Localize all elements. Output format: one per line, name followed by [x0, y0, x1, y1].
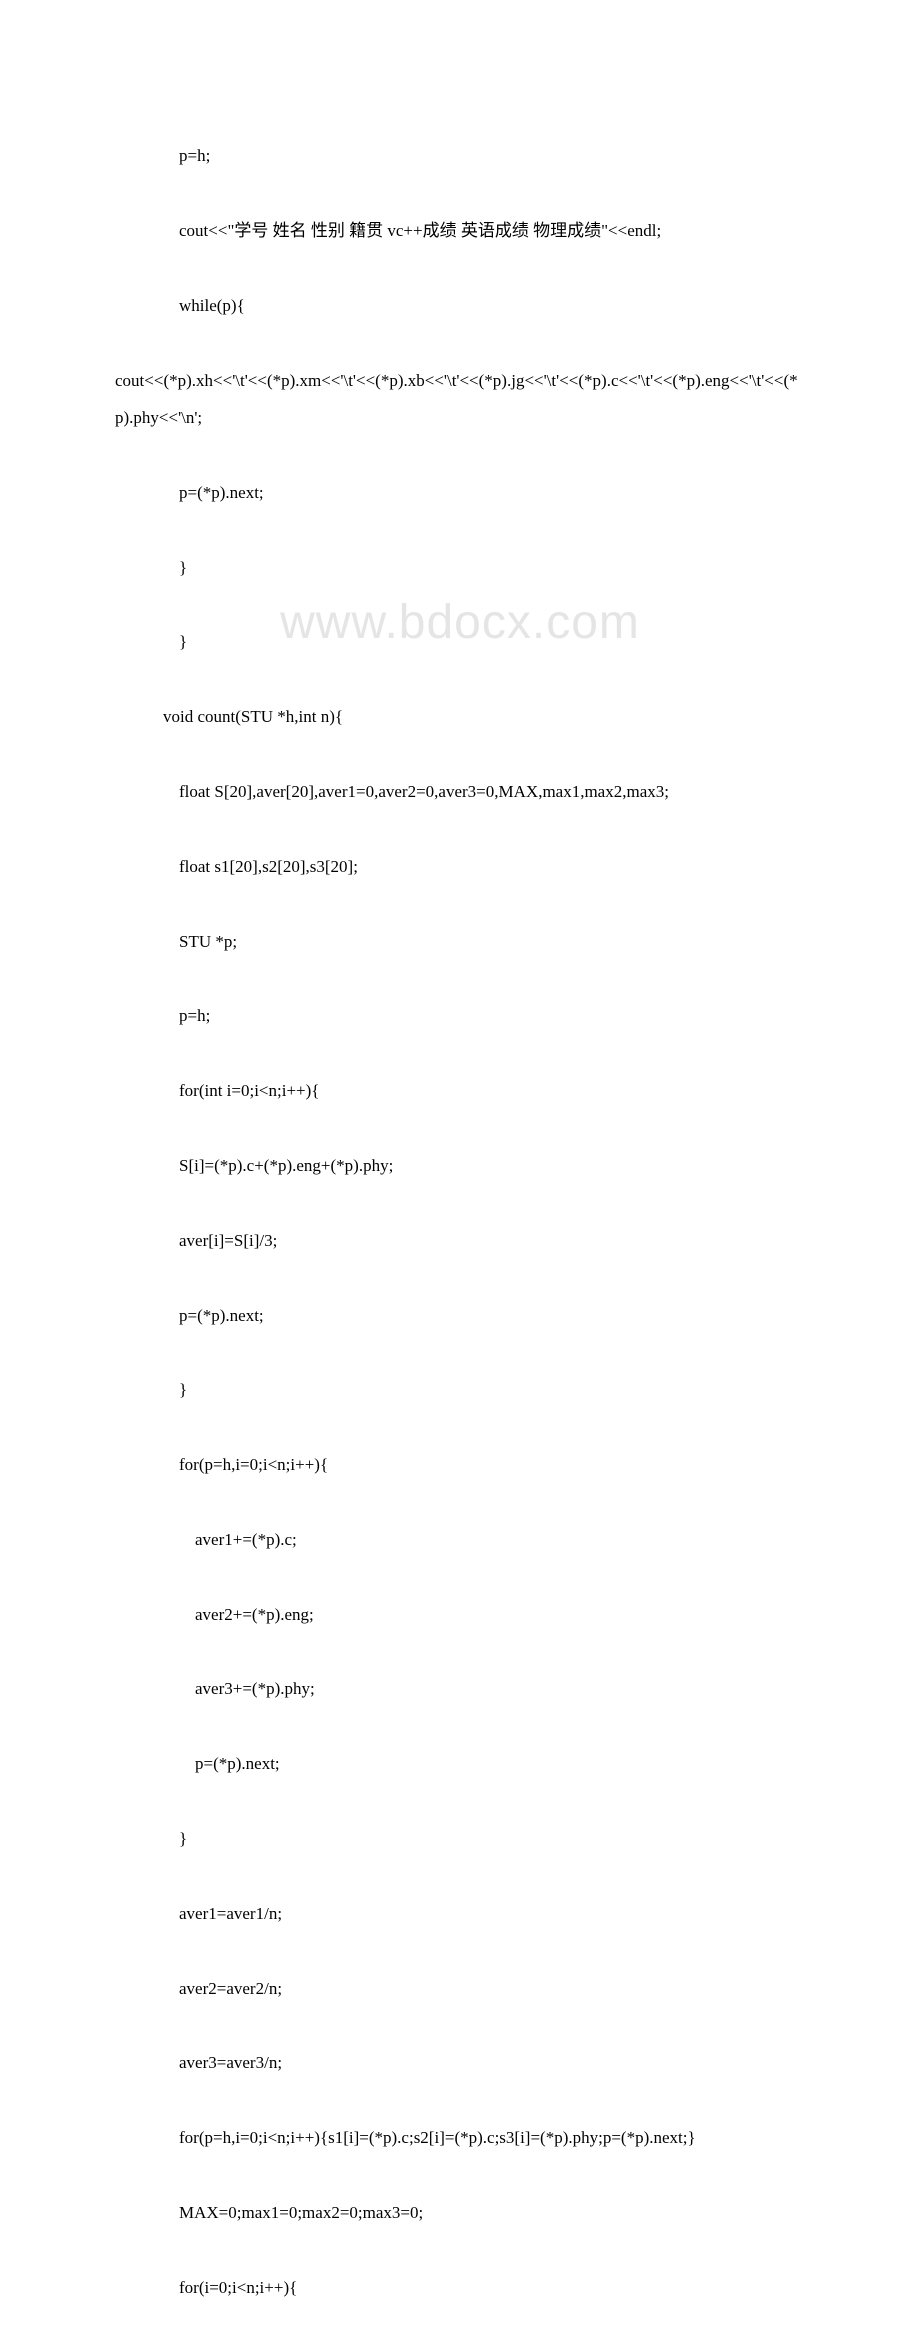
code-line: p=(*p).next; — [115, 1745, 805, 1782]
code-line: } — [115, 1820, 805, 1857]
code-line: p=h; — [115, 997, 805, 1034]
code-line: } — [115, 549, 805, 586]
code-line: aver1+=(*p).c; — [115, 1521, 805, 1558]
code-line: p=h; — [115, 137, 805, 174]
code-line: for(i=0;i<n;i++){ — [115, 2269, 805, 2306]
code-line: aver2+=(*p).eng; — [115, 1596, 805, 1633]
code-line: for(int i=0;i<n;i++){ — [115, 1072, 805, 1109]
code-line: float s1[20],s2[20],s3[20]; — [115, 848, 805, 885]
code-line: aver2=aver2/n; — [115, 1970, 805, 2007]
code-line: void count(STU *h,int n){ — [115, 698, 805, 735]
code-line: aver[i]=S[i]/3; — [115, 1222, 805, 1259]
code-line: } — [115, 623, 805, 660]
code-line: aver3+=(*p).phy; — [115, 1670, 805, 1707]
code-line: while(p){ — [115, 287, 805, 324]
code-line: cout<<(*p).xh<<'\t'<<(*p).xm<<'\t'<<(*p)… — [115, 362, 805, 437]
code-line: float S[20],aver[20],aver1=0,aver2=0,ave… — [115, 773, 805, 810]
code-line: STU *p; — [115, 923, 805, 960]
code-line: } — [115, 1371, 805, 1408]
code-line: aver3=aver3/n; — [115, 2044, 805, 2081]
code-line: S[i]=(*p).c+(*p).eng+(*p).phy; — [115, 1147, 805, 1184]
code-line: for(p=h,i=0;i<n;i++){ — [115, 1446, 805, 1483]
code-line: MAX=0;max1=0;max2=0;max3=0; — [115, 2194, 805, 2231]
code-line: cout<<"学号 姓名 性别 籍贯 vc++成绩 英语成绩 物理成绩"<<en… — [115, 212, 805, 249]
code-line: aver1=aver1/n; — [115, 1895, 805, 1932]
code-line: p=(*p).next; — [115, 1297, 805, 1334]
code-line: for(p=h,i=0;i<n;i++){s1[i]=(*p).c;s2[i]=… — [115, 2119, 805, 2156]
code-line: p=(*p).next; — [115, 474, 805, 511]
code-block: p=h; cout<<"学号 姓名 性别 籍贯 vc++成绩 英语成绩 物理成绩… — [115, 100, 805, 2343]
